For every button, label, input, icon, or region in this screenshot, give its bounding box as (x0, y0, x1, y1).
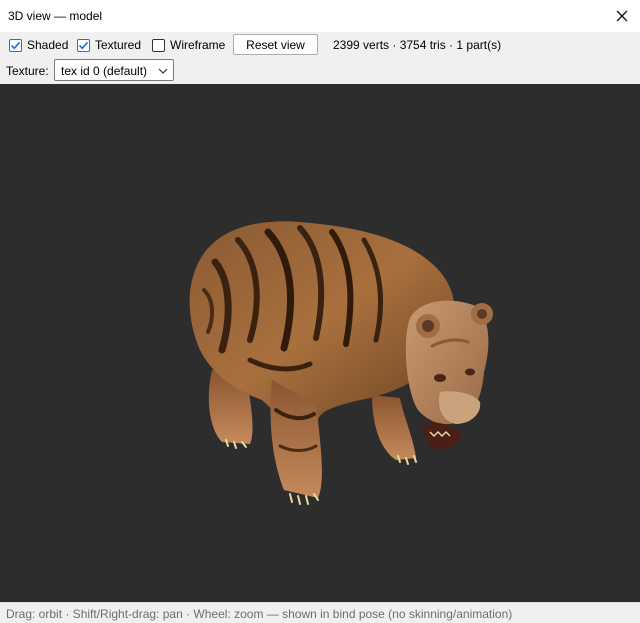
bear-model (189, 221, 493, 505)
wireframe-label: Wireframe (170, 38, 226, 52)
check-icon (10, 41, 21, 49)
bear-eye-left (434, 374, 446, 382)
textured-checkbox[interactable]: Textured (77, 37, 141, 53)
3d-viewport[interactable] (0, 84, 640, 602)
wireframe-check-box[interactable] (152, 38, 165, 52)
model-viewer-window: 3D view — model Shaded Textured Wirefram… (0, 0, 640, 623)
chevron-down-icon (158, 68, 168, 74)
status-bar: Drag: orbit · Shift/Right-drag: pan · Wh… (0, 602, 640, 623)
shaded-check-box[interactable] (9, 38, 22, 52)
textured-label: Textured (95, 38, 142, 52)
textured-check-box[interactable] (77, 38, 90, 52)
shaded-checkbox[interactable]: Shaded (9, 37, 68, 53)
texture-select[interactable]: tex id 0 (default) (54, 59, 174, 81)
reset-view-button[interactable]: Reset view (233, 34, 318, 55)
bear-front-leg-far (372, 395, 416, 460)
texture-toolbar: Texture: tex id 0 (default) (0, 58, 640, 84)
mesh-stats: 2399 verts · 3754 tris · 1 part(s) (333, 38, 502, 52)
window-title: 3D view — model (8, 9, 103, 23)
bear-claws (289, 493, 319, 505)
texture-label: Texture: (6, 64, 49, 78)
bear-ear-inner-right (477, 309, 487, 319)
status-hint: Drag: orbit · Shift/Right-drag: pan · Wh… (6, 607, 513, 621)
close-button[interactable] (604, 0, 640, 32)
close-icon (616, 10, 628, 22)
shaded-label: Shaded (27, 38, 69, 52)
check-icon (78, 41, 89, 49)
bear-eye-right (465, 368, 475, 376)
bear-ear-inner-left (422, 320, 434, 332)
view-toolbar: Shaded Textured Wireframe Reset view 239… (0, 32, 640, 58)
texture-select-value: tex id 0 (default) (61, 64, 148, 78)
wireframe-checkbox[interactable]: Wireframe (152, 37, 225, 53)
title-bar: 3D view — model (0, 0, 640, 32)
